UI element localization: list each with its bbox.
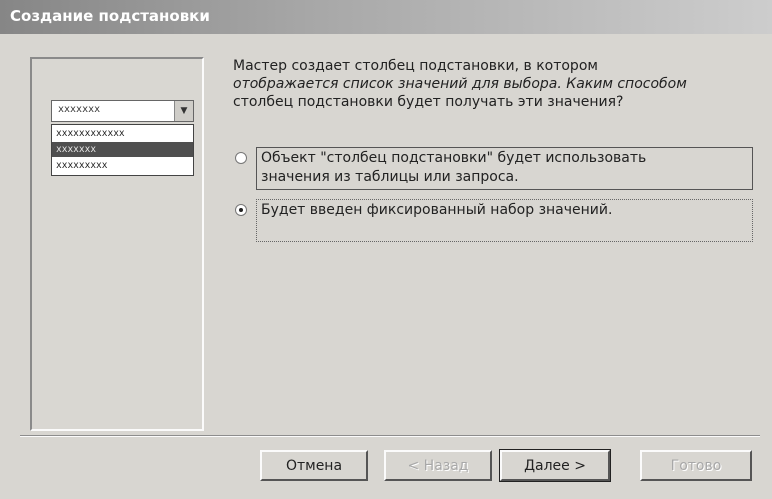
option-fixed-values-label[interactable]: Будет введен фиксированный набор значени…: [256, 199, 753, 242]
preview-combo-box: xxxxxxx ▼: [51, 100, 194, 122]
radio-checked-dot: [239, 208, 243, 212]
finish-button[interactable]: Готово: [640, 450, 752, 481]
option-label-line: Объект "столбец подстановки" будет испол…: [261, 150, 647, 166]
next-button[interactable]: Далее >: [499, 449, 611, 482]
back-button[interactable]: < Назад: [384, 450, 492, 481]
preview-dropdown-list: xxxxxxxxxxxx xxxxxxx xxxxxxxxx: [51, 124, 194, 176]
title-bar[interactable]: Создание подстановки: [0, 0, 772, 34]
option-label-line: значения из таблицы или запроса.: [261, 169, 519, 185]
option-table-query-label[interactable]: Объект "столбец подстановки" будет испол…: [256, 147, 753, 190]
preview-list-item-selected: xxxxxxx: [52, 142, 193, 157]
preview-list-item: xxxxxxxxx: [56, 160, 108, 171]
radio-fixed-values[interactable]: [235, 204, 247, 216]
radio-table-query[interactable]: [235, 152, 247, 164]
description-line: Мастер создает столбец подстановки, в ко…: [233, 58, 598, 74]
preview-combo-value: xxxxxxx: [58, 104, 101, 115]
chevron-down-icon: ▼: [174, 101, 193, 121]
preview-list-item: xxxxxxxxxxxx: [56, 128, 125, 139]
divider: [20, 435, 760, 437]
option-label-line: Будет введен фиксированный набор значени…: [261, 202, 613, 218]
window-title: Создание подстановки: [10, 7, 210, 25]
description-line: столбец подстановки будет получать эти з…: [233, 94, 624, 110]
lookup-wizard-window: Создание подстановки xxxxxxx ▼ xxxxxxxxx…: [0, 0, 772, 499]
cancel-button[interactable]: Отмена: [260, 450, 368, 481]
description-line: отображается список значений для выбора.…: [233, 76, 687, 92]
wizard-description: Мастер создает столбец подстановки, в ко…: [233, 57, 753, 111]
preview-panel: xxxxxxx ▼ xxxxxxxxxxxx xxxxxxx xxxxxxxxx: [30, 57, 204, 431]
